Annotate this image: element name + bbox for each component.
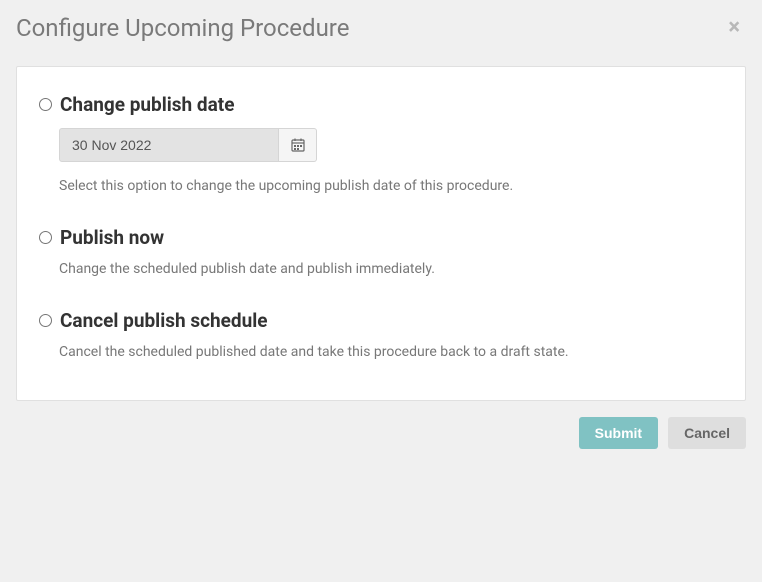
option-publish-now: Publish now Change the scheduled publish… [39,226,723,277]
calendar-icon [291,138,305,152]
help-change-date: Select this option to change the upcomin… [59,178,723,194]
option-change-date: Change publish date [39,93,723,194]
close-icon[interactable]: × [722,17,746,39]
publish-date-input[interactable] [59,128,279,162]
option-title-change-date: Change publish date [60,93,234,116]
calendar-button[interactable] [279,128,317,162]
radio-publish-now[interactable] [39,231,52,244]
cancel-button[interactable]: Cancel [668,417,746,449]
option-cancel-schedule: Cancel publish schedule Cancel the sched… [39,309,723,360]
help-cancel-schedule: Cancel the scheduled published date and … [59,344,723,360]
options-panel: Change publish date [16,66,746,401]
submit-button[interactable]: Submit [579,417,658,449]
modal-title: Configure Upcoming Procedure [16,14,349,42]
radio-change-date[interactable] [39,98,52,111]
option-title-publish-now: Publish now [60,226,164,249]
option-title-cancel-schedule: Cancel publish schedule [60,309,268,332]
help-publish-now: Change the scheduled publish date and pu… [59,261,723,277]
radio-cancel-schedule[interactable] [39,314,52,327]
